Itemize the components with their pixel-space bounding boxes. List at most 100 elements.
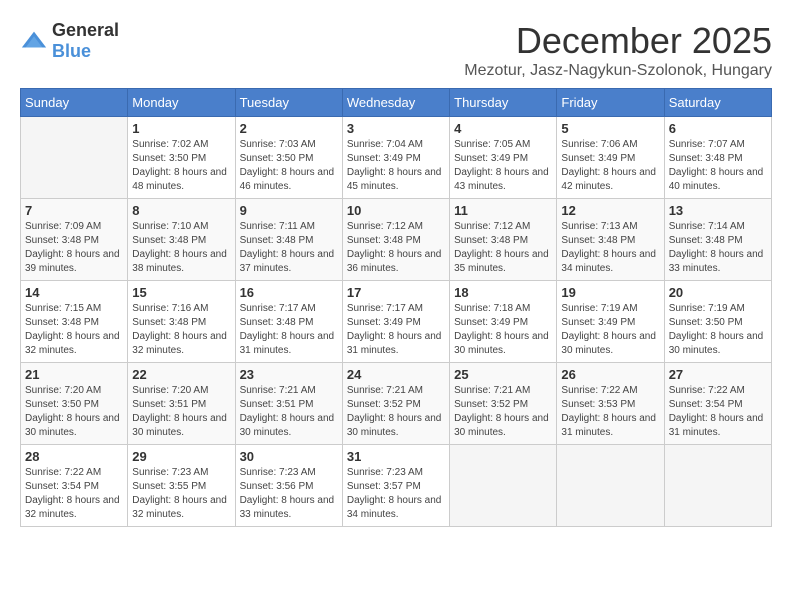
sunset: Sunset: 3:48 PM xyxy=(347,235,421,246)
sunrise: Sunrise: 7:03 AM xyxy=(240,139,316,150)
calendar-week-5: 28 Sunrise: 7:22 AM Sunset: 3:54 PM Dayl… xyxy=(21,445,772,527)
calendar-week-2: 7 Sunrise: 7:09 AM Sunset: 3:48 PM Dayli… xyxy=(21,199,772,281)
day-number: 22 xyxy=(132,367,230,382)
daylight: Daylight: 8 hours and 30 minutes. xyxy=(561,331,656,356)
daylight: Daylight: 8 hours and 31 minutes. xyxy=(669,413,764,438)
day-number: 3 xyxy=(347,121,445,136)
day-info: Sunrise: 7:09 AM Sunset: 3:48 PM Dayligh… xyxy=(25,220,123,276)
daylight: Daylight: 8 hours and 37 minutes. xyxy=(240,249,335,274)
day-info: Sunrise: 7:12 AM Sunset: 3:48 PM Dayligh… xyxy=(454,220,552,276)
logo: General Blue xyxy=(20,20,119,62)
day-number: 5 xyxy=(561,121,659,136)
sunset: Sunset: 3:51 PM xyxy=(132,399,206,410)
day-number: 28 xyxy=(25,449,123,464)
calendar-cell xyxy=(21,117,128,199)
sunset: Sunset: 3:49 PM xyxy=(454,317,528,328)
sunrise: Sunrise: 7:19 AM xyxy=(669,303,745,314)
day-info: Sunrise: 7:11 AM Sunset: 3:48 PM Dayligh… xyxy=(240,220,338,276)
header-friday: Friday xyxy=(557,89,664,117)
day-number: 18 xyxy=(454,285,552,300)
daylight: Daylight: 8 hours and 40 minutes. xyxy=(669,167,764,192)
sunset: Sunset: 3:56 PM xyxy=(240,481,314,492)
daylight: Daylight: 8 hours and 30 minutes. xyxy=(454,413,549,438)
calendar-cell: 25 Sunrise: 7:21 AM Sunset: 3:52 PM Dayl… xyxy=(450,363,557,445)
day-number: 11 xyxy=(454,203,552,218)
daylight: Daylight: 8 hours and 31 minutes. xyxy=(561,413,656,438)
day-number: 25 xyxy=(454,367,552,382)
day-info: Sunrise: 7:12 AM Sunset: 3:48 PM Dayligh… xyxy=(347,220,445,276)
calendar-cell: 24 Sunrise: 7:21 AM Sunset: 3:52 PM Dayl… xyxy=(342,363,449,445)
day-number: 30 xyxy=(240,449,338,464)
calendar-cell: 11 Sunrise: 7:12 AM Sunset: 3:48 PM Dayl… xyxy=(450,199,557,281)
day-number: 10 xyxy=(347,203,445,218)
sunrise: Sunrise: 7:09 AM xyxy=(25,221,101,232)
calendar-cell: 14 Sunrise: 7:15 AM Sunset: 3:48 PM Dayl… xyxy=(21,281,128,363)
sunrise: Sunrise: 7:14 AM xyxy=(669,221,745,232)
header-tuesday: Tuesday xyxy=(235,89,342,117)
calendar-cell: 28 Sunrise: 7:22 AM Sunset: 3:54 PM Dayl… xyxy=(21,445,128,527)
calendar-cell: 29 Sunrise: 7:23 AM Sunset: 3:55 PM Dayl… xyxy=(128,445,235,527)
day-info: Sunrise: 7:17 AM Sunset: 3:49 PM Dayligh… xyxy=(347,302,445,358)
calendar-cell: 19 Sunrise: 7:19 AM Sunset: 3:49 PM Dayl… xyxy=(557,281,664,363)
sunrise: Sunrise: 7:21 AM xyxy=(347,385,423,396)
sunrise: Sunrise: 7:16 AM xyxy=(132,303,208,314)
calendar-cell: 8 Sunrise: 7:10 AM Sunset: 3:48 PM Dayli… xyxy=(128,199,235,281)
header-thursday: Thursday xyxy=(450,89,557,117)
day-number: 21 xyxy=(25,367,123,382)
calendar-cell: 13 Sunrise: 7:14 AM Sunset: 3:48 PM Dayl… xyxy=(664,199,771,281)
sunrise: Sunrise: 7:04 AM xyxy=(347,139,423,150)
daylight: Daylight: 8 hours and 42 minutes. xyxy=(561,167,656,192)
day-number: 24 xyxy=(347,367,445,382)
daylight: Daylight: 8 hours and 32 minutes. xyxy=(25,495,120,520)
sunrise: Sunrise: 7:22 AM xyxy=(669,385,745,396)
sunset: Sunset: 3:54 PM xyxy=(25,481,99,492)
sunrise: Sunrise: 7:18 AM xyxy=(454,303,530,314)
day-info: Sunrise: 7:22 AM Sunset: 3:53 PM Dayligh… xyxy=(561,384,659,440)
calendar-week-4: 21 Sunrise: 7:20 AM Sunset: 3:50 PM Dayl… xyxy=(21,363,772,445)
sunrise: Sunrise: 7:05 AM xyxy=(454,139,530,150)
daylight: Daylight: 8 hours and 30 minutes. xyxy=(454,331,549,356)
sunrise: Sunrise: 7:23 AM xyxy=(240,467,316,478)
calendar-cell: 10 Sunrise: 7:12 AM Sunset: 3:48 PM Dayl… xyxy=(342,199,449,281)
sunrise: Sunrise: 7:12 AM xyxy=(454,221,530,232)
page-header: General Blue December 2025 Mezotur, Jasz… xyxy=(20,20,772,80)
calendar-cell: 17 Sunrise: 7:17 AM Sunset: 3:49 PM Dayl… xyxy=(342,281,449,363)
daylight: Daylight: 8 hours and 32 minutes. xyxy=(132,495,227,520)
daylight: Daylight: 8 hours and 34 minutes. xyxy=(347,495,442,520)
day-number: 14 xyxy=(25,285,123,300)
daylight: Daylight: 8 hours and 31 minutes. xyxy=(347,331,442,356)
day-info: Sunrise: 7:19 AM Sunset: 3:49 PM Dayligh… xyxy=(561,302,659,358)
sunset: Sunset: 3:50 PM xyxy=(240,153,314,164)
sunrise: Sunrise: 7:15 AM xyxy=(25,303,101,314)
sunset: Sunset: 3:49 PM xyxy=(561,153,635,164)
calendar-week-1: 1 Sunrise: 7:02 AM Sunset: 3:50 PM Dayli… xyxy=(21,117,772,199)
sunrise: Sunrise: 7:12 AM xyxy=(347,221,423,232)
day-info: Sunrise: 7:07 AM Sunset: 3:48 PM Dayligh… xyxy=(669,138,767,194)
sunrise: Sunrise: 7:20 AM xyxy=(25,385,101,396)
day-number: 23 xyxy=(240,367,338,382)
calendar-cell: 6 Sunrise: 7:07 AM Sunset: 3:48 PM Dayli… xyxy=(664,117,771,199)
sunrise: Sunrise: 7:23 AM xyxy=(132,467,208,478)
day-info: Sunrise: 7:05 AM Sunset: 3:49 PM Dayligh… xyxy=(454,138,552,194)
sunset: Sunset: 3:52 PM xyxy=(454,399,528,410)
day-info: Sunrise: 7:20 AM Sunset: 3:51 PM Dayligh… xyxy=(132,384,230,440)
day-number: 19 xyxy=(561,285,659,300)
logo-text: General Blue xyxy=(52,20,119,62)
daylight: Daylight: 8 hours and 30 minutes. xyxy=(240,413,335,438)
daylight: Daylight: 8 hours and 32 minutes. xyxy=(25,331,120,356)
calendar-cell xyxy=(450,445,557,527)
sunrise: Sunrise: 7:02 AM xyxy=(132,139,208,150)
day-info: Sunrise: 7:21 AM Sunset: 3:52 PM Dayligh… xyxy=(347,384,445,440)
day-info: Sunrise: 7:19 AM Sunset: 3:50 PM Dayligh… xyxy=(669,302,767,358)
calendar-cell: 31 Sunrise: 7:23 AM Sunset: 3:57 PM Dayl… xyxy=(342,445,449,527)
daylight: Daylight: 8 hours and 30 minutes. xyxy=(132,413,227,438)
day-number: 6 xyxy=(669,121,767,136)
title-section: December 2025 Mezotur, Jasz-Nagykun-Szol… xyxy=(464,20,772,80)
calendar-cell: 26 Sunrise: 7:22 AM Sunset: 3:53 PM Dayl… xyxy=(557,363,664,445)
sunrise: Sunrise: 7:17 AM xyxy=(240,303,316,314)
sunrise: Sunrise: 7:06 AM xyxy=(561,139,637,150)
header-wednesday: Wednesday xyxy=(342,89,449,117)
day-info: Sunrise: 7:20 AM Sunset: 3:50 PM Dayligh… xyxy=(25,384,123,440)
calendar-cell: 27 Sunrise: 7:22 AM Sunset: 3:54 PM Dayl… xyxy=(664,363,771,445)
day-number: 31 xyxy=(347,449,445,464)
